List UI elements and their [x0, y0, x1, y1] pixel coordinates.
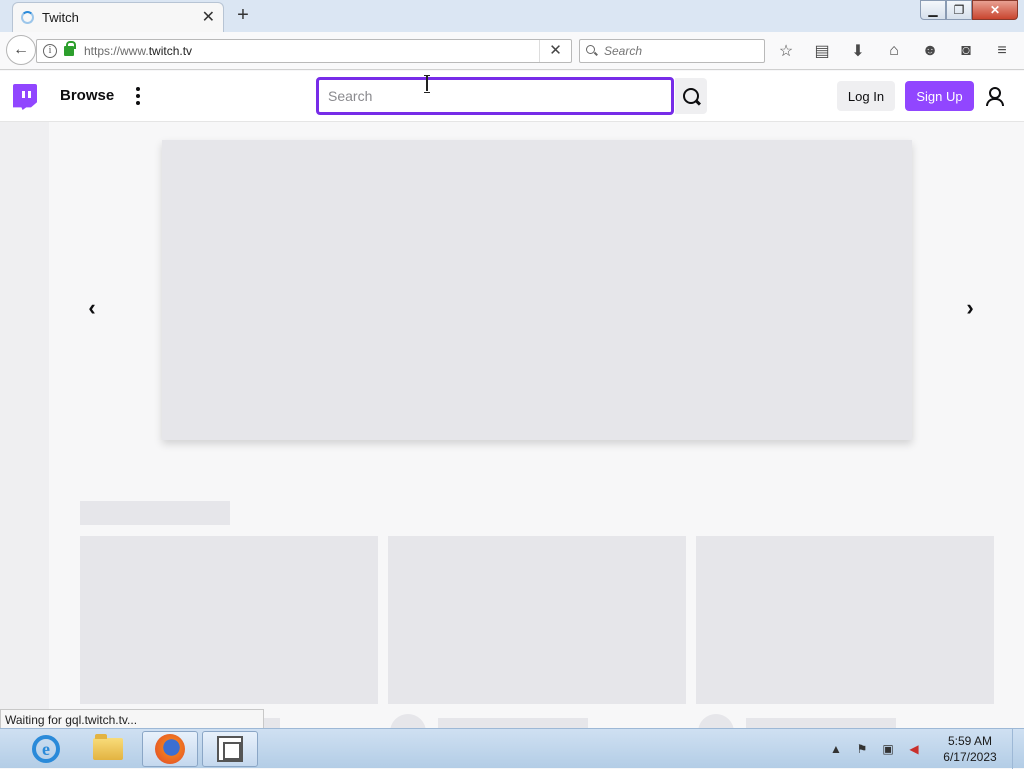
- browser-navbar: ← i https://www.twitch.tv ✕ ☆ ▤ ⬇ ⌂ ☻ ◙ …: [0, 32, 1024, 70]
- text-cursor-icon: [424, 75, 430, 93]
- hello-icon[interactable]: ☻: [918, 39, 942, 63]
- new-tab-button[interactable]: +: [232, 4, 254, 26]
- url-text[interactable]: https://www.twitch.tv: [84, 44, 539, 58]
- browse-link[interactable]: Browse: [60, 87, 114, 104]
- system-clock[interactable]: 5:59 AM 6/17/2023: [932, 733, 1008, 765]
- window-controls: ▁ ❐ ✕: [920, 0, 1018, 20]
- taskbar-file-explorer[interactable]: [80, 731, 136, 767]
- reading-list-icon[interactable]: ▤: [810, 39, 834, 63]
- browser-search-input[interactable]: [604, 44, 754, 58]
- tray-expand-icon[interactable]: ▲: [828, 741, 844, 757]
- tab-title: Twitch: [42, 10, 79, 25]
- twitch-search-input[interactable]: [319, 80, 671, 112]
- twitch-header: Browse Log In Sign Up: [0, 71, 1024, 122]
- windows-taskbar: e ▲ ⚑ ▣ ◀ 5:59 AM 6/17/2023: [0, 728, 1024, 769]
- lock-icon: [64, 41, 76, 56]
- site-info-icon[interactable]: i: [43, 44, 57, 58]
- firefox-icon: [155, 734, 185, 764]
- twitch-logo-icon[interactable]: [13, 84, 37, 110]
- virtualbox-icon: [217, 736, 243, 762]
- restore-button[interactable]: ❐: [946, 0, 972, 20]
- twitch-search-button[interactable]: [675, 78, 707, 114]
- taskbar-internet-explorer[interactable]: e: [18, 731, 74, 767]
- card-meta-placeholder: [438, 718, 588, 728]
- twitch-search-box[interactable]: [316, 77, 674, 115]
- carousel-next-icon[interactable]: ›: [960, 297, 980, 319]
- browser-tab-twitch[interactable]: Twitch ✕: [12, 2, 224, 32]
- browser-status-text: Waiting for gql.twitch.tv...: [0, 709, 264, 729]
- login-button[interactable]: Log In: [837, 81, 895, 111]
- stop-loading-icon[interactable]: ✕: [539, 40, 571, 62]
- more-options-icon[interactable]: [134, 85, 142, 107]
- clock-time: 5:59 AM: [947, 734, 993, 748]
- pocket-icon[interactable]: ◙: [954, 39, 978, 63]
- browser-toolbar: ☆ ▤ ⬇ ⌂ ☻ ◙ ≡: [774, 39, 1024, 63]
- volume-muted-icon[interactable]: ◀: [906, 741, 922, 757]
- show-desktop-button[interactable]: [1012, 729, 1024, 769]
- side-nav-placeholder: [0, 122, 49, 728]
- flag-icon[interactable]: ⚑: [854, 741, 870, 757]
- taskbar-virtualbox[interactable]: [202, 731, 258, 767]
- tab-close-icon[interactable]: ✕: [202, 9, 215, 26]
- card-meta-placeholder: [746, 718, 896, 728]
- featured-carousel-placeholder: [162, 140, 912, 440]
- network-icon[interactable]: ▣: [880, 741, 896, 757]
- stream-card-placeholder: [388, 536, 686, 704]
- close-window-button[interactable]: ✕: [972, 0, 1018, 20]
- home-icon[interactable]: ⌂: [882, 39, 906, 63]
- carousel-prev-icon[interactable]: ‹: [82, 297, 102, 319]
- browser-search-bar[interactable]: [579, 39, 765, 63]
- system-tray: ▲ ⚑ ▣ ◀ 5:59 AM 6/17/2023: [828, 729, 1024, 769]
- url-bar[interactable]: i https://www.twitch.tv ✕: [36, 39, 572, 63]
- clock-date: 6/17/2023: [943, 750, 997, 764]
- search-icon: [682, 87, 700, 105]
- internet-explorer-icon: e: [32, 735, 60, 763]
- stream-card-placeholder: [80, 536, 378, 704]
- browser-titlebar: Twitch ✕ + ▁ ❐ ✕: [0, 0, 1024, 32]
- bookmark-star-icon[interactable]: ☆: [774, 39, 798, 63]
- loading-spinner-icon: [21, 11, 34, 24]
- minimize-button[interactable]: ▁: [920, 0, 946, 20]
- user-menu-icon[interactable]: [985, 87, 1004, 106]
- search-icon: [586, 45, 598, 57]
- taskbar-firefox[interactable]: [142, 731, 198, 767]
- file-explorer-icon: [93, 734, 123, 760]
- section-heading-placeholder: [80, 501, 230, 525]
- download-icon[interactable]: ⬇: [846, 39, 870, 63]
- stream-card-placeholder: [696, 536, 994, 704]
- signup-button[interactable]: Sign Up: [905, 81, 974, 111]
- back-button[interactable]: ←: [6, 35, 36, 65]
- menu-icon[interactable]: ≡: [990, 39, 1014, 63]
